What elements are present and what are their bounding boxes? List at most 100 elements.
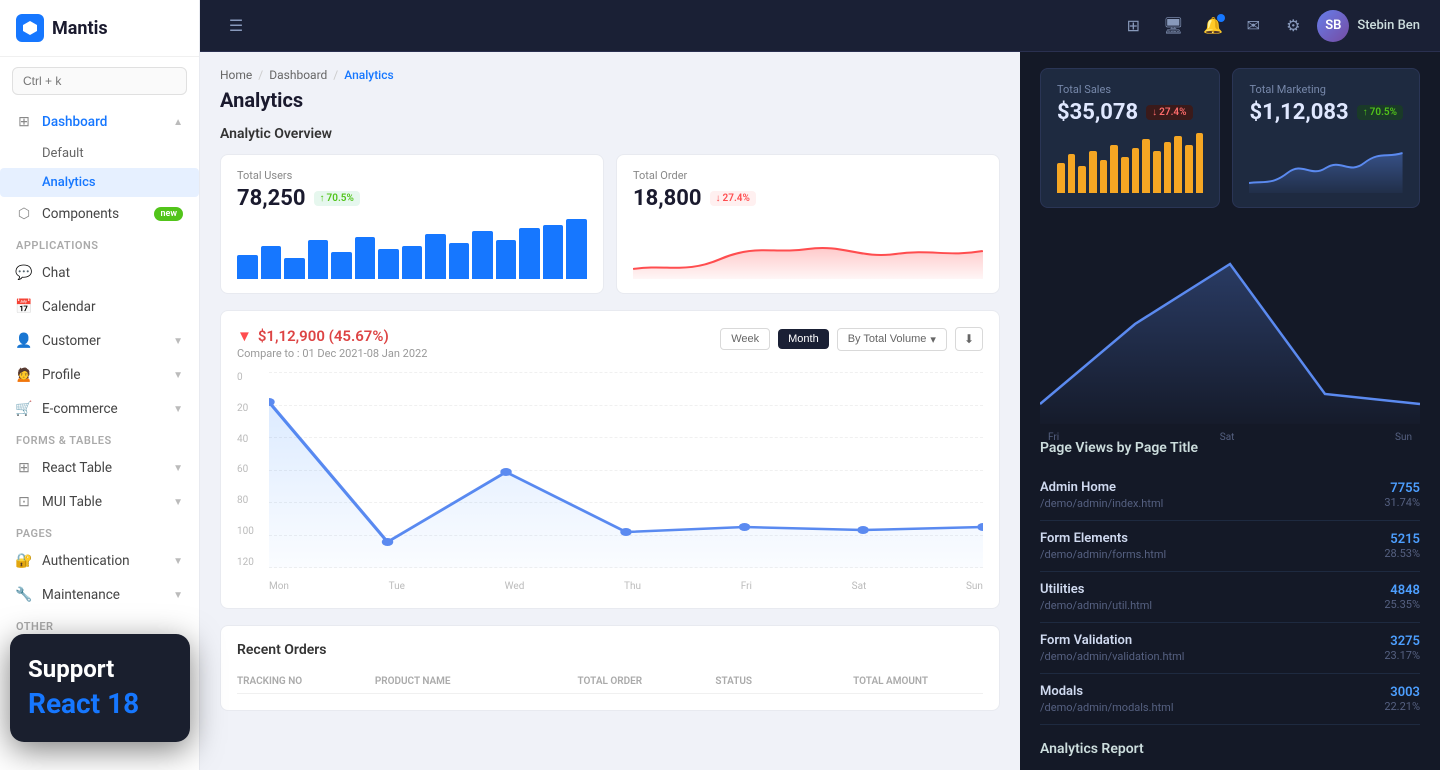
main-area: ☰ ⊞ 🖥 🔔 ✉ ⚙ SB Stebin Ben Home / Dashboa… xyxy=(200,0,1440,770)
income-controls: Week Month By Total Volume ▾ ⬇ xyxy=(720,327,983,351)
bar xyxy=(378,249,399,279)
week-button[interactable]: Week xyxy=(720,328,770,350)
breadcrumb-dashboard[interactable]: Dashboard xyxy=(269,68,327,82)
download-button[interactable]: ⬇ xyxy=(955,327,983,351)
menu-toggle-icon[interactable]: ☰ xyxy=(220,10,252,42)
sidebar-item-authentication[interactable]: 🔐 Authentication ▼ xyxy=(0,544,199,578)
user-name: Stebin Ben xyxy=(1357,18,1420,33)
section-other: Other xyxy=(0,612,199,637)
stats-grid: Total Users 78,250 ↑ 70.5% xyxy=(220,154,1000,294)
stat-badge-order: ↓ 27.4% xyxy=(710,191,756,206)
recent-orders-card: Recent Orders Tracking No Product Name T… xyxy=(220,625,1000,711)
calendar-label: Calendar xyxy=(42,299,96,315)
breadcrumb: Home / Dashboard / Analytics xyxy=(220,68,1000,82)
sales-bar-chart xyxy=(1057,133,1203,193)
mui-table-icon: ⊡ xyxy=(16,494,32,510)
customer-label: Customer xyxy=(42,333,101,349)
sidebar-item-calendar[interactable]: 📅 Calendar xyxy=(0,290,199,324)
sidebar-item-mui-table[interactable]: ⊡ MUI Table ▼ xyxy=(0,485,199,519)
page-view-count-3: 3275 xyxy=(1384,634,1420,649)
income-overview-card: ▼ $1,12,900 (45.67%) Compare to : 01 Dec… xyxy=(220,310,1000,609)
chat-label: Chat xyxy=(42,265,70,281)
stat-badge-sales: ↓ 27.4% xyxy=(1146,105,1192,120)
stat-card-users: Total Users 78,250 ↑ 70.5% xyxy=(220,154,604,294)
sidebar-item-react-table[interactable]: ⊞ React Table ▼ xyxy=(0,451,199,485)
react-table-arrow: ▼ xyxy=(173,463,183,474)
maintenance-icon: 🔧 xyxy=(16,587,32,603)
month-button[interactable]: Month xyxy=(778,329,829,349)
income-info: ▼ $1,12,900 (45.67%) Compare to : 01 Dec… xyxy=(237,327,427,360)
sidebar-item-components[interactable]: ⬡ Components new xyxy=(0,197,199,231)
bar xyxy=(331,252,352,279)
page-view-count-0: 7755 xyxy=(1384,481,1420,496)
dark-x-labels: Fri Sat Sun xyxy=(1040,432,1420,443)
order-area-chart xyxy=(633,219,983,279)
income-svg xyxy=(269,372,983,568)
support-popup: Support React 18 xyxy=(10,634,190,742)
sidebar-sub-default[interactable]: Default xyxy=(0,139,199,168)
income-header: ▼ $1,12,900 (45.67%) Compare to : 01 Dec… xyxy=(237,327,983,360)
ecommerce-arrow: ▼ xyxy=(173,404,183,415)
volume-button[interactable]: By Total Volume ▾ xyxy=(837,328,947,351)
section-forms: Forms & Tables xyxy=(0,426,199,451)
dark-line-chart: Fri Sat Sun xyxy=(1040,224,1420,424)
components-icon: ⬡ xyxy=(16,206,32,222)
sidebar-item-customer[interactable]: 👤 Customer ▼ xyxy=(0,324,199,358)
topbar-right: ⊞ 🖥 🔔 ✉ ⚙ SB Stebin Ben xyxy=(1117,10,1420,42)
page-view-name-4: Modals xyxy=(1040,684,1384,699)
page-view-pct-4: 22.21% xyxy=(1384,700,1420,713)
sidebar-item-dashboard[interactable]: ⊞ Dashboard ▲ xyxy=(0,105,199,139)
customer-icon: 👤 xyxy=(16,333,32,349)
search-input[interactable] xyxy=(12,67,187,95)
notification-icon[interactable]: 🔔 xyxy=(1197,10,1229,42)
bar xyxy=(425,234,446,279)
sidebar-item-profile[interactable]: 🙍 Profile ▼ xyxy=(0,358,199,392)
chevron-down-icon: ▾ xyxy=(930,333,936,346)
sidebar: Mantis ⊞ Dashboard ▲ Default Analytics ⬡… xyxy=(0,0,200,770)
bar xyxy=(449,243,470,279)
stat-label-order: Total Order xyxy=(633,169,983,182)
dashboard-label: Dashboard xyxy=(42,114,107,130)
col-header-total: Total Order xyxy=(578,676,708,687)
settings-icon[interactable]: ⚙ xyxy=(1277,10,1309,42)
auth-icon: 🔐 xyxy=(16,553,32,569)
col-header-tracking: Tracking No xyxy=(237,676,367,687)
auth-label: Authentication xyxy=(42,553,130,569)
ecommerce-label: E-commerce xyxy=(42,401,118,417)
stat-card-order: Total Order 18,800 ↓ 27.4% xyxy=(616,154,1000,294)
stat-value-sales: $35,078 ↓ 27.4% xyxy=(1057,100,1203,125)
avatar-image: SB xyxy=(1317,10,1349,42)
apps-icon[interactable]: ⊞ xyxy=(1117,10,1149,42)
page-view-name-3: Form Validation xyxy=(1040,633,1384,648)
chart-svg-area xyxy=(269,372,983,568)
sidebar-item-ecommerce[interactable]: 🛒 E-commerce ▼ xyxy=(0,392,199,426)
stat-label-sales: Total Sales xyxy=(1057,83,1203,96)
income-line-chart: 120 100 80 60 40 20 0 xyxy=(237,372,983,592)
stat-value-marketing: $1,12,083 ↑ 70.5% xyxy=(1249,100,1403,125)
page-view-pct-0: 31.74% xyxy=(1384,496,1420,509)
sidebar-item-chat[interactable]: 💬 Chat xyxy=(0,256,199,290)
monitor-icon[interactable]: 🖥 xyxy=(1157,10,1189,42)
user-avatar[interactable]: SB Stebin Ben xyxy=(1317,10,1420,42)
page-view-item-0: Admin Home /demo/admin/index.html 7755 3… xyxy=(1040,470,1420,521)
react-table-icon: ⊞ xyxy=(16,460,32,476)
section-applications: Applications xyxy=(0,231,199,256)
maintenance-label: Maintenance xyxy=(42,587,120,603)
right-panel: Total Sales $35,078 ↓ 27.4% xyxy=(1020,52,1440,770)
dashboard-icon: ⊞ xyxy=(16,114,32,130)
marketing-area-chart xyxy=(1249,133,1403,193)
mail-icon[interactable]: ✉ xyxy=(1237,10,1269,42)
page-view-path-0: /demo/admin/index.html xyxy=(1040,497,1384,510)
x-axis-labels: Mon Tue Wed Thu Fri Sat Sun xyxy=(269,581,983,592)
page-view-item-3: Form Validation /demo/admin/validation.h… xyxy=(1040,623,1420,674)
bar xyxy=(519,228,540,279)
sidebar-item-maintenance[interactable]: 🔧 Maintenance ▼ xyxy=(0,578,199,612)
logo-icon xyxy=(16,14,44,42)
bar xyxy=(472,231,493,279)
stat-label-users: Total Users xyxy=(237,169,587,182)
breadcrumb-home[interactable]: Home xyxy=(220,68,252,82)
section-pages: Pages xyxy=(0,519,199,544)
mui-table-arrow: ▼ xyxy=(173,497,183,508)
sidebar-sub-analytics[interactable]: Analytics xyxy=(0,168,199,197)
page-view-name-2: Utilities xyxy=(1040,582,1384,597)
